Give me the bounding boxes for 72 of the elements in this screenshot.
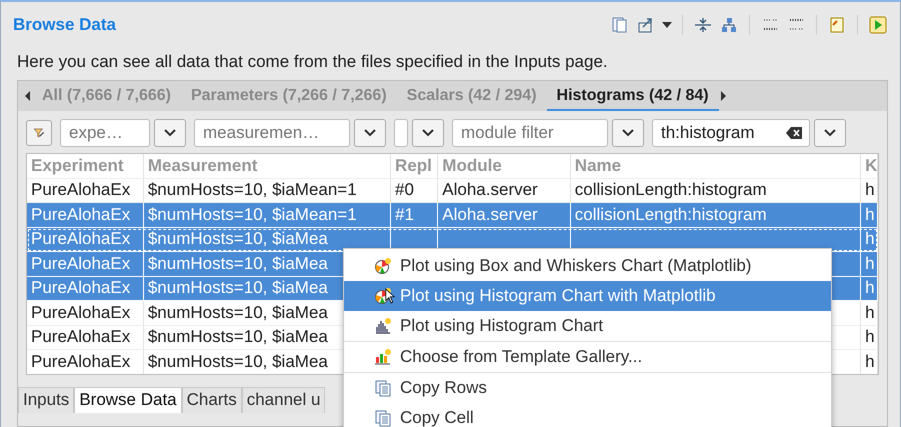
table-cell: PureAlohaEx [31,204,130,225]
table-cell: h [865,278,875,298]
page-tab[interactable]: Inputs [18,387,74,413]
table-cell: Aloha.server [442,180,538,200]
table-cell: PureAlohaEx [31,327,130,348]
table-cell: h [865,327,875,348]
table-cell: PureAlohaEx [31,302,130,323]
chevron-down-icon [422,129,434,137]
caret-icon[interactable] [662,22,672,28]
table-cell: collisionLength:histogram [574,180,767,200]
tree-icon[interactable] [719,15,739,35]
menu-item[interactable]: Choose from Template Gallery... [344,342,831,372]
description-text: Here you can see all data that come from the files specified in the Inputs page. [17,52,609,72]
bar-chart-icon [374,348,392,366]
table-cell: h [865,302,875,323]
table-cell: PureAlohaEx [31,229,130,250]
table-cell: $numHosts=10, $iaMea [148,229,328,250]
table-cell: h [865,254,875,274]
table-cell: $numHosts=10, $iaMea [148,302,328,323]
chevron-down-icon [364,129,376,137]
table-cell: #0 [395,180,414,200]
table-cell: h [865,352,875,372]
chevron-down-icon [164,129,176,137]
table-cell: $numHosts=10, $iaMean=1 [148,180,357,200]
chevron-down-icon [622,129,634,137]
dropdown-button[interactable] [814,119,846,147]
table-cell: PureAlohaEx [31,180,130,200]
page-tab[interactable]: Browse Data [74,387,182,413]
table-cell: $numHosts=10, $iaMea [148,254,328,274]
menu-item[interactable]: Copy Rows [344,373,831,403]
copy-icon [374,379,392,397]
table-cell: Aloha.server [442,204,538,225]
table-cell: PureAlohaEx [31,352,130,372]
table-cell: $numHosts=10, $iaMea [148,327,328,348]
table-cell: h [865,180,875,200]
expand-icon[interactable] [693,15,713,35]
dropdown-button[interactable] [412,119,444,147]
pointer-icon [385,288,395,304]
table-cell: $numHosts=10, $iaMea [148,352,328,372]
table-cell: $numHosts=10, $iaMean=1 [148,204,357,225]
filter-button[interactable] [26,120,52,146]
filter-field[interactable]: measuremen… [194,119,350,147]
page-tab[interactable]: channel u [242,387,326,413]
scroll-left-icon[interactable] [24,91,32,101]
menu-item[interactable]: Plot using Histogram Chart with Matplotlib [344,281,831,311]
pie-chart-icon [374,257,392,275]
table-cell: #1 [395,204,414,225]
dropdown-button[interactable] [354,119,386,147]
table-cell: h [865,204,875,225]
bar-chart-icon [374,317,392,335]
tab[interactable]: Histograms (42 / 84) [546,81,719,111]
clear-icon[interactable] [786,127,802,139]
menu-item[interactable]: Plot using Histogram Chart [344,311,831,341]
filter-field[interactable]: module filter [452,119,608,147]
table-cell: $numHosts=10, $iaMea [148,278,328,298]
page-tab[interactable]: Charts [182,387,242,413]
table-cell: collisionLength:histogram [574,204,767,225]
filter-field[interactable]: th:histogram [652,119,810,147]
play-icon[interactable] [868,15,888,35]
table-row[interactable]: PureAlohaEx $numHosts=10, $iaMean=1 #1 Aloha.server collisionLength:histogram h [27,203,878,228]
dropdown-button[interactable] [612,119,644,147]
menu-item[interactable]: Copy Cell [344,403,831,427]
menu-item[interactable]: Plot using Box and Whiskers Chart (Matplotlib) [344,251,831,281]
filter-field[interactable] [394,119,408,147]
table-cell: h [865,229,875,250]
dropdown-button[interactable] [154,119,186,147]
table-cell: PureAlohaEx [31,254,130,274]
chevron-down-icon [824,129,836,137]
view-title: Browse Data [13,15,116,35]
table-cell: PureAlohaEx [31,278,130,298]
scroll-right-icon[interactable] [718,91,727,101]
filter-field[interactable]: expe… [60,119,150,147]
